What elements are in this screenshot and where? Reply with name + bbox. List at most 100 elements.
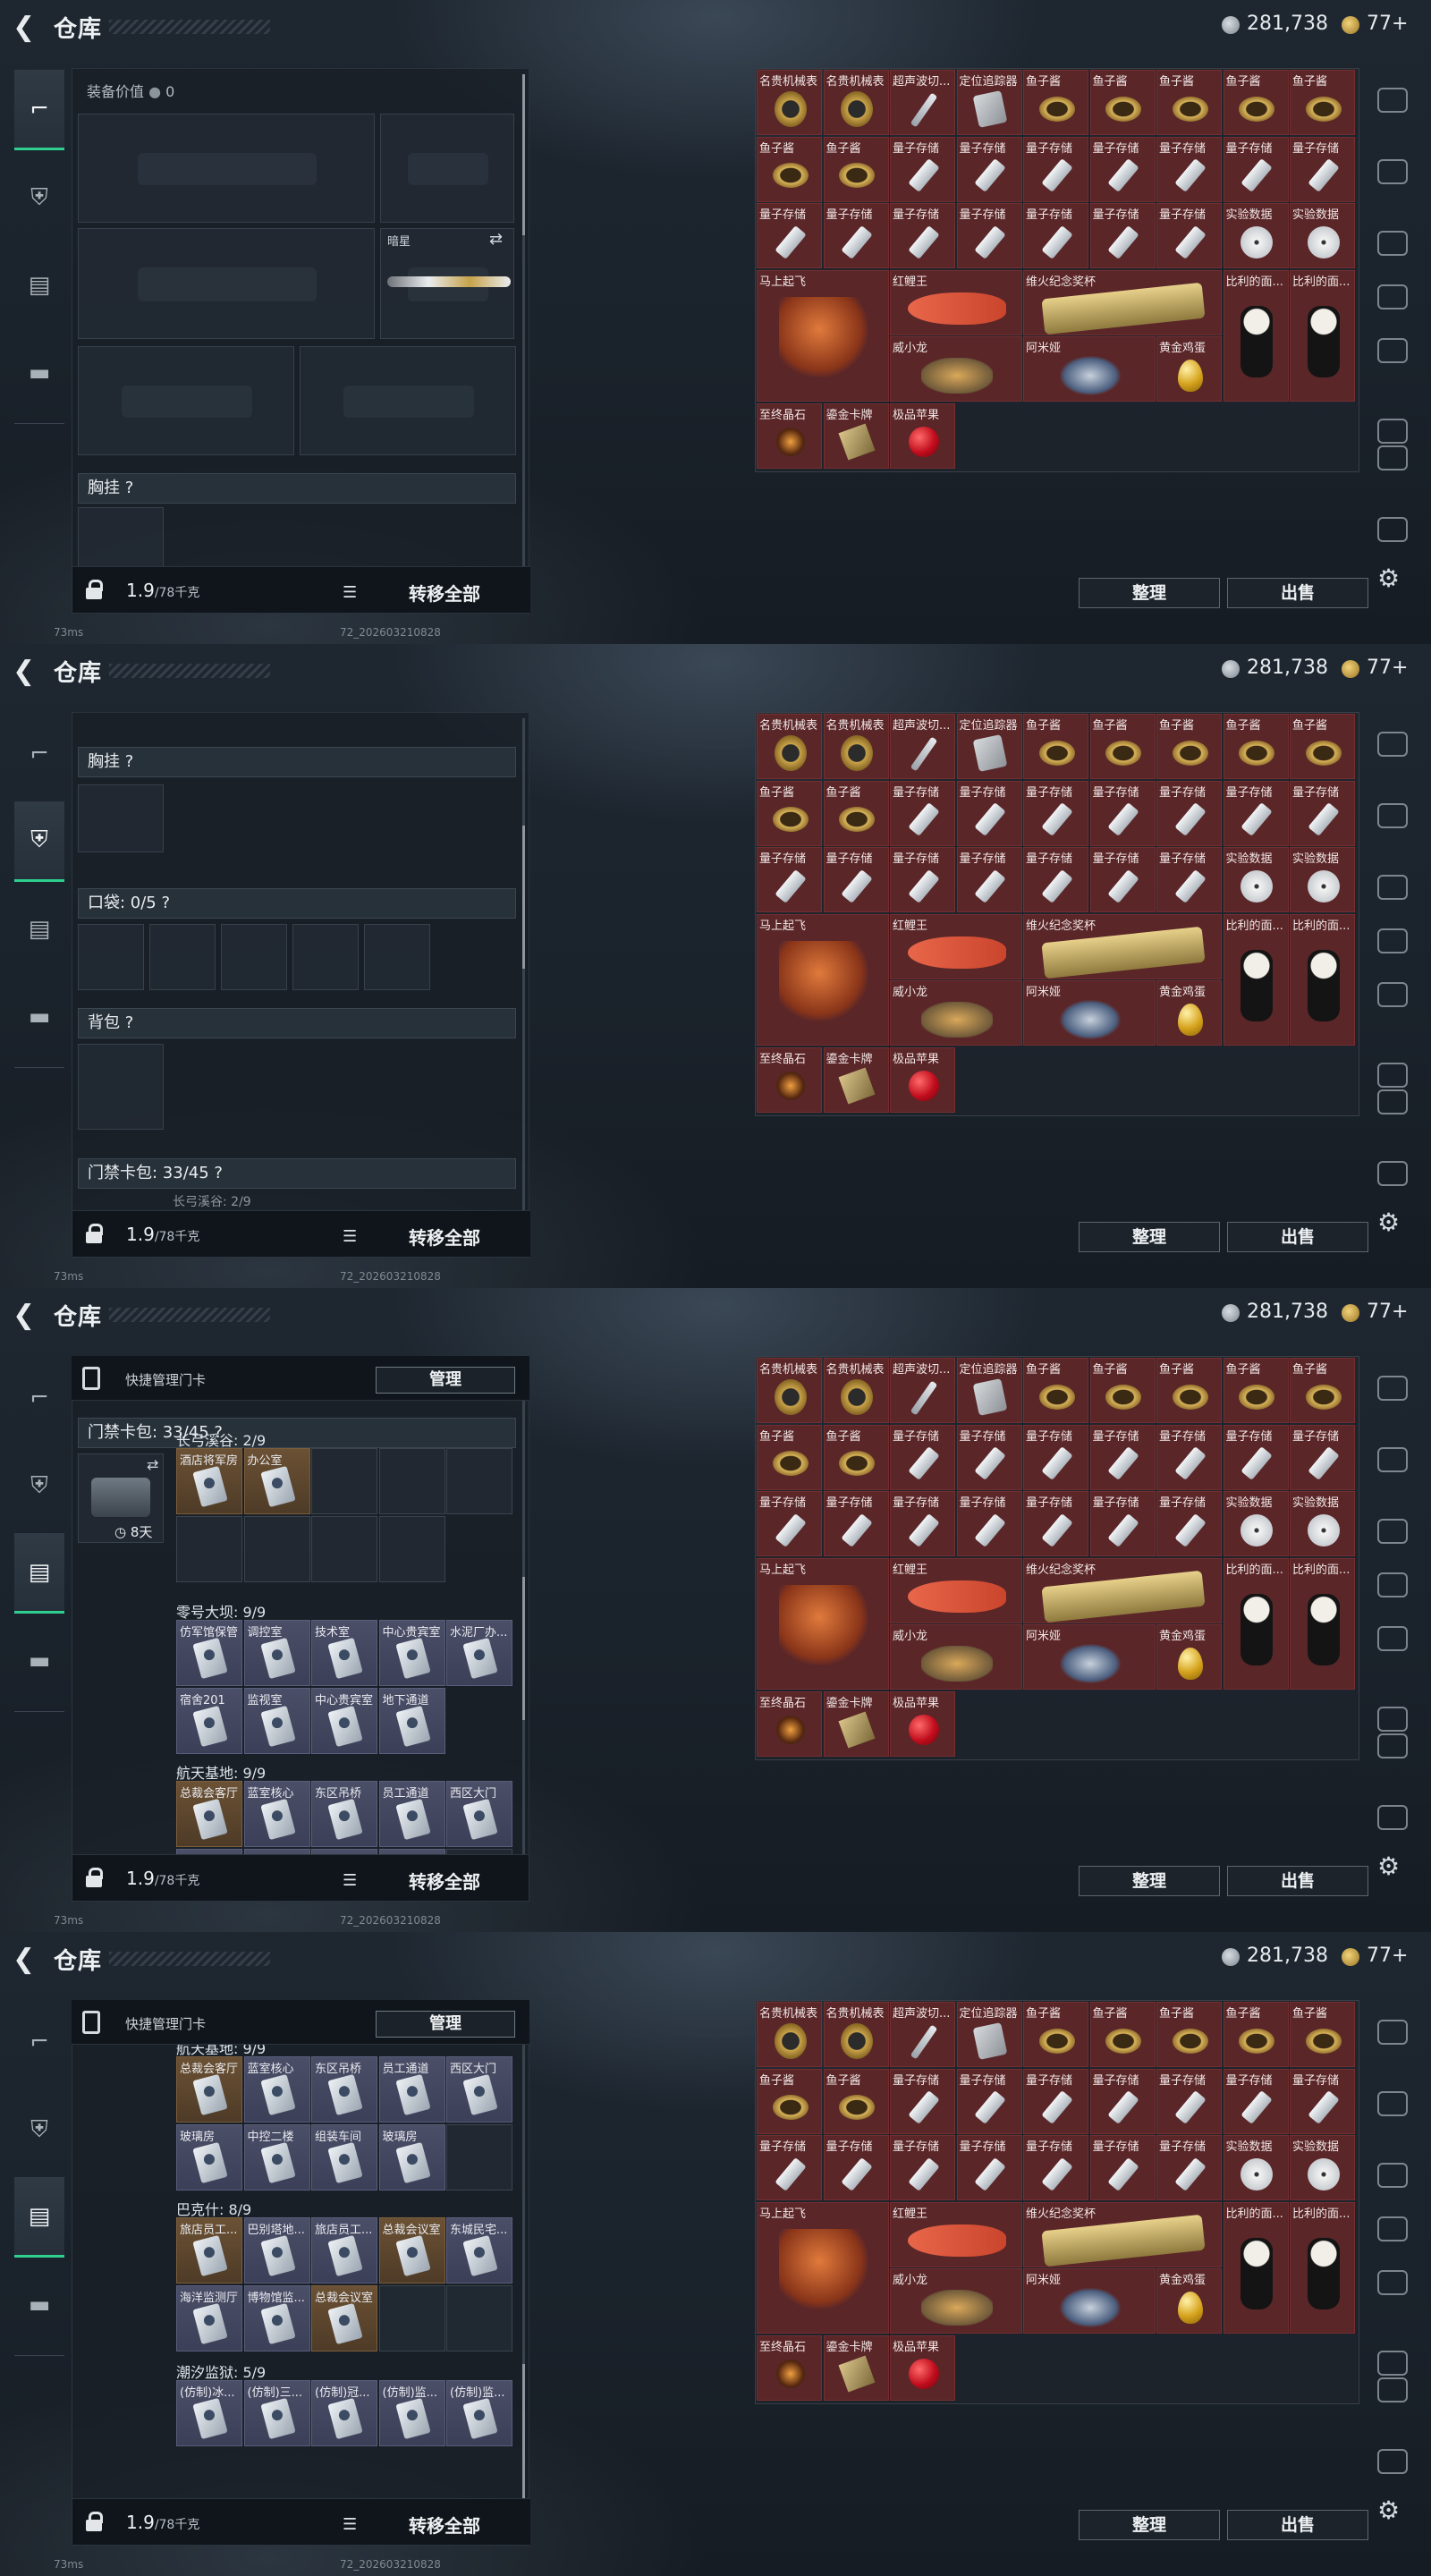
keycard-item[interactable]: 调控室: [243, 1620, 310, 1686]
stash-item[interactable]: 量子存储: [956, 1424, 1022, 1490]
stash-item[interactable]: 量子存储: [757, 1491, 822, 1556]
keycard-item[interactable]: (仿制)监...: [378, 2380, 445, 2446]
empty-card-slot[interactable]: [176, 1516, 242, 1582]
stash-item[interactable]: 维火纪念奖杯: [1023, 269, 1222, 335]
lock-icon[interactable]: [85, 580, 103, 599]
sort-button[interactable]: 整理: [1079, 1222, 1220, 1252]
pistol-slot[interactable]: [380, 114, 514, 223]
stash-item[interactable]: 量子存储: [1156, 203, 1222, 268]
stash-item[interactable]: 量子存储: [1156, 1491, 1222, 1556]
list-icon[interactable]: ☰: [343, 583, 357, 602]
keycard-item[interactable]: 博物馆监...: [243, 2285, 310, 2351]
stash-item[interactable]: 至终晶石: [757, 2334, 822, 2401]
stash-item[interactable]: 量子存储: [1223, 1424, 1289, 1490]
stash-item[interactable]: 极品苹果: [890, 1690, 955, 1757]
sort-button[interactable]: 整理: [1079, 578, 1220, 608]
stash-item[interactable]: 鱼子酱: [1023, 714, 1088, 779]
stash-item[interactable]: 鱼子酱: [1089, 714, 1156, 779]
move-all-button[interactable]: 转移全部: [409, 1224, 480, 1250]
keycard-item[interactable]: 组装车间: [311, 2124, 377, 2190]
empty-card-slot[interactable]: [378, 1516, 445, 1582]
quick-slot-icon[interactable]: [1377, 445, 1408, 470]
keycard-pack-slot[interactable]: ◷ 8天 ⇄: [78, 1453, 164, 1543]
stash-item[interactable]: 鱼子酱: [1156, 1358, 1222, 1423]
stash-item[interactable]: 量子存储: [890, 1424, 955, 1490]
pocket-slot[interactable]: [78, 924, 144, 990]
pocket-slot[interactable]: [221, 924, 287, 990]
settings-gear-icon[interactable]: ⚙: [1377, 1208, 1400, 1237]
keycard-item[interactable]: 海洋监测厅: [176, 2285, 242, 2351]
stash-item[interactable]: 量子存储: [823, 203, 889, 268]
stash-item[interactable]: 量子存储: [1089, 2135, 1156, 2200]
scroll-thumb[interactable]: [522, 1577, 525, 1720]
stash-item[interactable]: 黄金鸡蛋: [1156, 336, 1222, 402]
stash-item[interactable]: 比利的面...: [1223, 269, 1289, 402]
loadout-scrollbar[interactable]: [522, 1362, 525, 1863]
stash-item[interactable]: 鎏金卡牌: [823, 2334, 889, 2401]
stash-item[interactable]: 名贵机械表: [757, 2002, 822, 2067]
quick-slot-icon[interactable]: [1377, 2449, 1408, 2474]
stash-item[interactable]: 实验数据: [1290, 2135, 1355, 2200]
sidebar-armor-tab[interactable]: ⛨: [14, 2089, 64, 2170]
keycard-item[interactable]: (仿制)冰...: [176, 2380, 242, 2446]
stash-item[interactable]: 定位追踪器: [956, 714, 1022, 779]
stash-item[interactable]: 实验数据: [1223, 203, 1289, 268]
quick-slot-icon[interactable]: [1377, 1707, 1408, 1732]
stash-item[interactable]: 名贵机械表: [757, 714, 822, 779]
loadout-scrollbar[interactable]: [522, 2006, 525, 2507]
stash-item[interactable]: 比利的面...: [1290, 2201, 1355, 2334]
stash-item[interactable]: 量子存储: [1023, 1424, 1088, 1490]
stash-item[interactable]: 量子存储: [1089, 780, 1156, 846]
keycard-item[interactable]: (仿制)冠...: [311, 2380, 377, 2446]
quick-slot-icon[interactable]: [1377, 2020, 1408, 2045]
stash-item[interactable]: 威小龙: [890, 1624, 1022, 1690]
keycard-item[interactable]: 东城民宅...: [446, 2217, 512, 2284]
stash-item[interactable]: 鱼子酱: [1089, 70, 1156, 135]
helmet-slot[interactable]: [78, 346, 294, 455]
stash-item[interactable]: 量子存储: [1290, 780, 1355, 846]
stash-item[interactable]: 极品苹果: [890, 1046, 955, 1113]
stash-item[interactable]: 鎏金卡牌: [823, 1690, 889, 1757]
manage-button[interactable]: 管理: [376, 2011, 515, 2038]
back-arrow-icon[interactable]: ❮: [13, 13, 39, 43]
stash-item[interactable]: 量子存储: [1223, 136, 1289, 202]
stash-item[interactable]: 比利的面...: [1290, 269, 1355, 402]
pocket-slot[interactable]: [364, 924, 430, 990]
stash-item[interactable]: 量子存储: [1089, 847, 1156, 912]
stash-item[interactable]: 阿米娅: [1023, 980, 1156, 1046]
stash-item[interactable]: 鱼子酱: [757, 1424, 822, 1490]
stash-item[interactable]: 黄金鸡蛋: [1156, 2268, 1222, 2334]
stash-item[interactable]: 威小龙: [890, 2268, 1022, 2334]
stash-item[interactable]: 鱼子酱: [1156, 2002, 1222, 2067]
keycard-item[interactable]: 总裁会议室: [311, 2285, 377, 2351]
stash-item[interactable]: 量子存储: [956, 780, 1022, 846]
stash-item[interactable]: 鱼子酱: [823, 2068, 889, 2134]
stash-item[interactable]: 量子存储: [890, 847, 955, 912]
stash-item[interactable]: 量子存储: [1156, 847, 1222, 912]
scroll-thumb[interactable]: [522, 74, 525, 235]
stash-item[interactable]: 名贵机械表: [823, 1358, 889, 1423]
stash-item[interactable]: 鱼子酱: [1089, 2002, 1156, 2067]
stash-item[interactable]: 鱼子酱: [823, 780, 889, 846]
sidebar-keycard-tab[interactable]: ▤: [14, 2177, 64, 2258]
stash-item[interactable]: 量子存储: [1089, 203, 1156, 268]
sell-button[interactable]: 出售: [1227, 1222, 1368, 1252]
stash-item[interactable]: 比利的面...: [1290, 913, 1355, 1046]
stash-item[interactable]: 量子存储: [1156, 1424, 1222, 1490]
stash-item[interactable]: 鱼子酱: [1023, 1358, 1088, 1423]
stash-item[interactable]: 量子存储: [956, 1491, 1022, 1556]
stash-item[interactable]: 实验数据: [1290, 1491, 1355, 1556]
quick-slot-icon[interactable]: [1377, 875, 1408, 900]
quick-slot-icon[interactable]: [1377, 284, 1408, 309]
stash-item[interactable]: 量子存储: [757, 203, 822, 268]
manage-button[interactable]: 管理: [376, 1367, 515, 1394]
stash-item[interactable]: 实验数据: [1223, 1491, 1289, 1556]
loadout-scrollbar[interactable]: [522, 718, 525, 1219]
stash-item[interactable]: 量子存储: [890, 780, 955, 846]
keycard-item[interactable]: 旅店员工...: [311, 2217, 377, 2284]
stash-item[interactable]: 量子存储: [890, 136, 955, 202]
stash-item[interactable]: 量子存储: [1290, 1424, 1355, 1490]
quick-slot-icon[interactable]: [1377, 1733, 1408, 1758]
stash-item[interactable]: 鱼子酱: [1290, 714, 1355, 779]
empty-card-slot[interactable]: [446, 2124, 512, 2190]
